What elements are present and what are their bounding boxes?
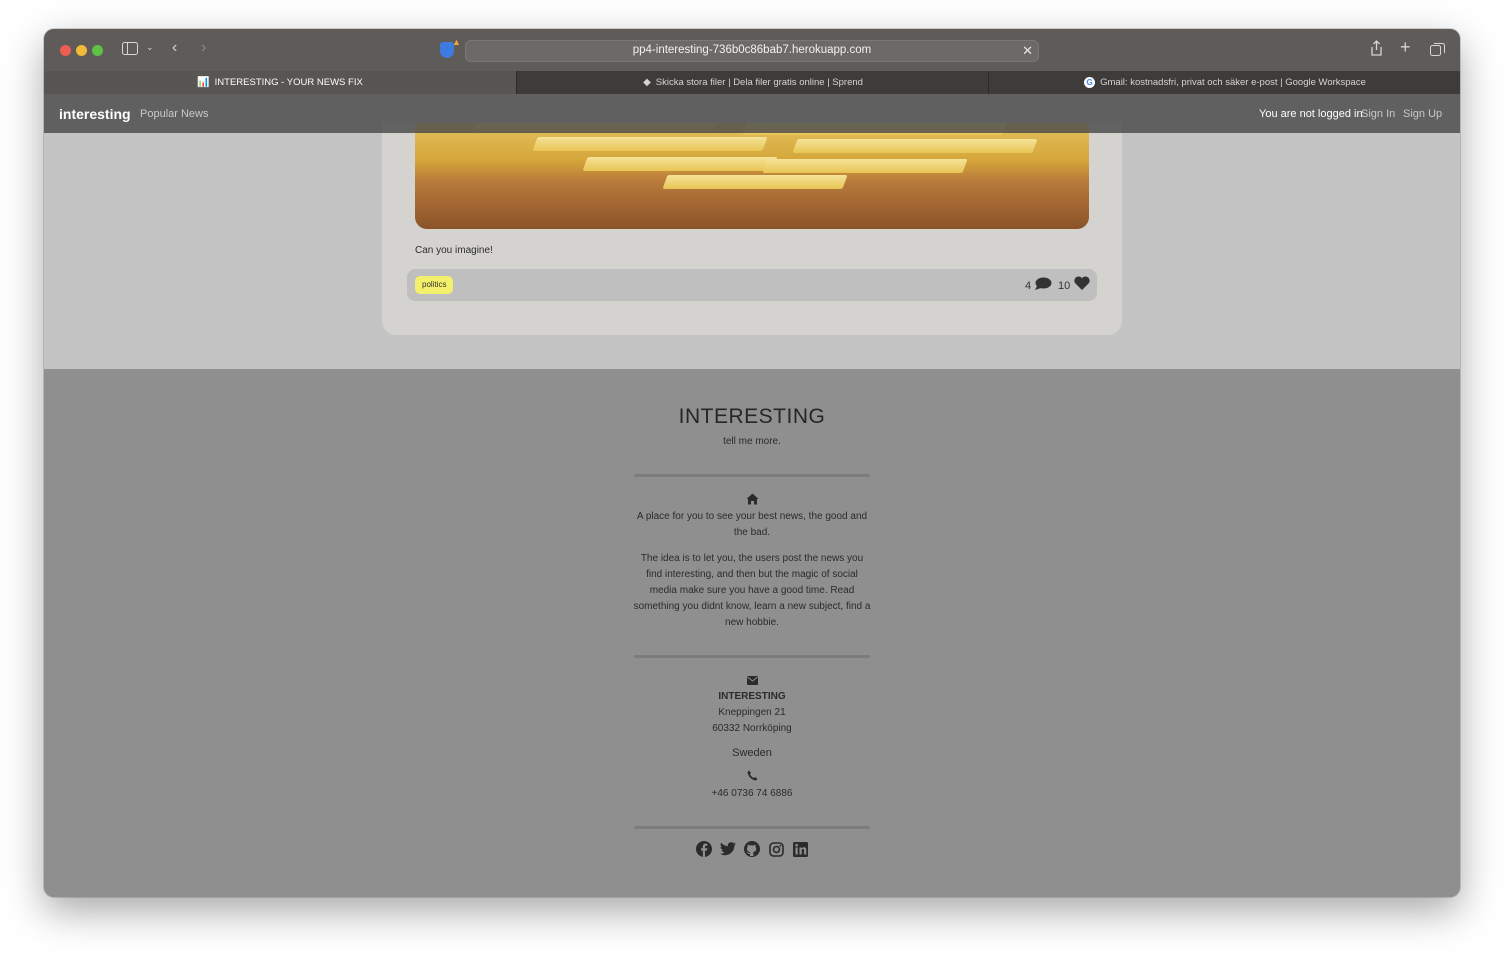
close-window-button[interactable] [60,45,71,56]
heart-icon[interactable] [1074,276,1090,295]
minimize-window-button[interactable] [76,45,87,56]
chart-icon: 📊 [197,77,210,88]
tab-overview-icon[interactable] [1430,42,1445,61]
tab-bar: 📊 INTERESTING - YOUR NEWS FIX ◆ Skicka s… [44,71,1460,94]
post-card: Can you imagine! politics 4 10 [382,123,1122,335]
linkedin-icon[interactable] [792,841,808,857]
divider [634,474,870,477]
tab-interesting[interactable]: 📊 INTERESTING - YOUR NEWS FIX [44,71,516,94]
clear-url-icon[interactable]: ✕ [1022,43,1033,59]
instagram-icon[interactable] [768,841,784,857]
sidebar-toggle-icon[interactable] [122,42,138,60]
contact-name: INTERESTING [718,691,786,702]
back-icon[interactable]: ‹ [172,39,177,57]
url-text: pp4-interesting-736b0c86bab7.herokuapp.c… [632,44,872,56]
post-text: Can you imagine! [415,245,493,256]
phone-number[interactable]: +46 0736 74 6886 [44,788,1460,799]
browser-toolbar: ⌄ ‹ › ▲ pp4-interesting-736b0c86bab7.her… [44,29,1460,71]
nav-sign-in[interactable]: Sign In [1361,108,1395,120]
footer-tagline: tell me more. [723,436,781,447]
page-content: Can you imagine! politics 4 10 [44,123,1460,369]
new-tab-icon[interactable]: + [1400,37,1411,58]
home-icon [44,493,1460,508]
site-navbar: interesting Popular News You are not log… [44,94,1460,133]
tab-gmail[interactable]: G Gmail: kostnadsfri, privat och säker e… [988,71,1460,94]
address-line-2: 60332 Norrköping [712,723,792,734]
github-icon[interactable] [744,841,760,857]
browser-window: ⌄ ‹ › ▲ pp4-interesting-736b0c86bab7.her… [44,29,1460,897]
login-status: You are not logged in [1259,108,1363,120]
address-bar[interactable]: pp4-interesting-736b0c86bab7.herokuapp.c… [465,40,1039,62]
social-links [44,841,1460,857]
tab-label: INTERESTING - YOUR NEWS FIX [214,77,363,88]
post-footer: politics 4 10 [407,269,1097,301]
address-line-1: Kneppingen 21 [718,707,786,718]
category-tag[interactable]: politics [415,276,454,294]
divider [634,655,870,658]
envelope-icon [44,674,1460,688]
footer-title: INTERESTING [678,405,826,428]
divider [634,826,870,829]
tab-label: Gmail: kostnadsfri, privat och säker e-p… [1100,77,1366,88]
nav-sign-up[interactable]: Sign Up [1403,108,1442,120]
chevron-down-icon[interactable]: ⌄ [146,42,154,53]
facebook-icon[interactable] [696,841,712,857]
footer-about-2: The idea is to let you, the users post t… [633,553,871,628]
share-icon[interactable] [1370,40,1383,61]
tab-sprend[interactable]: ◆ Skicka stora filer | Dela filer gratis… [516,71,989,94]
comment-icon[interactable] [1035,277,1052,296]
warning-badge-icon: ▲ [452,37,461,47]
brand-logo[interactable]: interesting [59,106,131,122]
phone-icon [44,770,1460,784]
tab-label: Skicka stora filer | Dela filer gratis o… [655,77,863,88]
google-icon: G [1084,77,1096,88]
post-image[interactable] [415,123,1089,229]
comment-count: 4 [1025,280,1032,292]
footer-about-1: A place for you to see your best news, t… [636,511,868,538]
site-footer: INTERESTING tell me more. A place for yo… [44,369,1460,897]
twitter-icon[interactable] [720,841,736,857]
zoom-window-button[interactable] [92,45,103,56]
like-count: 10 [1058,280,1071,292]
nav-popular-news[interactable]: Popular News [140,108,208,120]
sprend-icon: ◆ [643,77,651,88]
forward-icon[interactable]: › [201,39,206,57]
address-country: Sweden [732,747,772,759]
